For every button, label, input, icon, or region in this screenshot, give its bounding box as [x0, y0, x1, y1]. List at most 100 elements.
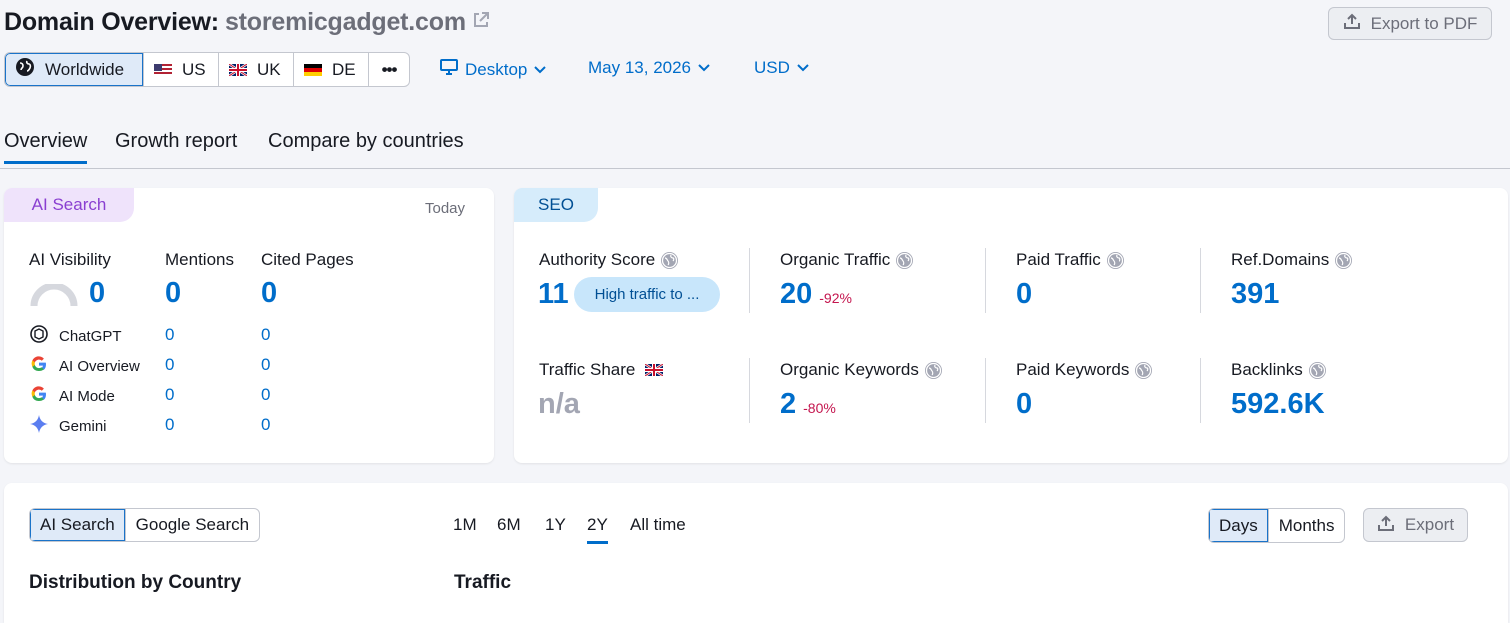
metric-label: Backlinks: [1231, 360, 1303, 379]
distribution-title: Distribution by Country: [29, 572, 242, 593]
period-2y[interactable]: 2Y: [587, 515, 608, 544]
period-all-time[interactable]: All time: [630, 515, 686, 535]
list-item: ChatGPT: [29, 324, 122, 348]
region-worldwide[interactable]: Worldwide: [5, 53, 144, 86]
us-flag-icon: [154, 63, 172, 76]
row-cited[interactable]: 0: [261, 355, 270, 375]
source-toggle: AI Search Google Search: [29, 508, 261, 542]
metric-label: Paid Keywords: [1016, 360, 1130, 379]
mentions-value[interactable]: 0: [165, 277, 181, 310]
uk-flag-icon: [645, 364, 664, 376]
tab-overview[interactable]: Overview: [4, 130, 88, 164]
region-de[interactable]: DE: [294, 53, 369, 86]
organic-traffic-value[interactable]: 20: [780, 278, 812, 311]
ai-search-toggle[interactable]: AI Search: [30, 509, 126, 541]
currency-label: USD: [754, 58, 790, 77]
row-mentions[interactable]: 0: [165, 325, 174, 345]
row-name: AI Overview: [59, 357, 140, 375]
export-pdf-label: Export to PDF: [1370, 13, 1478, 33]
export-button[interactable]: Export: [1363, 508, 1468, 542]
row-name: AI Mode: [59, 387, 115, 405]
period-6m[interactable]: 6M: [497, 515, 521, 535]
tab-compare-by-countries[interactable]: Compare by countries: [268, 130, 464, 153]
date-label: May 13, 2026: [588, 58, 692, 77]
more-regions-button[interactable]: •••: [369, 53, 409, 86]
backlinks-label: Backlinks: [1231, 360, 1326, 380]
page-title: Domain Overview: storemicgadget.com: [4, 8, 490, 37]
paid-traffic-value[interactable]: 0: [1016, 278, 1032, 311]
row-mentions[interactable]: 0: [165, 385, 174, 405]
metric-label: Paid Traffic: [1016, 250, 1101, 269]
export-label: Export: [1404, 515, 1455, 534]
domain-name[interactable]: storemicgadget.com: [225, 8, 466, 37]
traffic-share-value: n/a: [538, 388, 580, 420]
period-1m[interactable]: 1M: [453, 515, 477, 535]
device-dropdown[interactable]: Desktop: [439, 58, 547, 81]
authority-badge[interactable]: High traffic to ...: [574, 277, 720, 312]
divider: [1200, 248, 1201, 313]
row-cited[interactable]: 0: [261, 325, 270, 345]
ai-visibility-value[interactable]: 0: [89, 277, 105, 310]
de-flag-icon: [304, 63, 322, 76]
metric-label: Organic Traffic: [780, 250, 891, 269]
metric-label: Traffic Share: [539, 360, 636, 379]
row-name: ChatGPT: [59, 327, 122, 345]
period-1y[interactable]: 1Y: [545, 515, 566, 535]
region-label: US: [182, 59, 206, 79]
visibility-gauge-icon: [30, 282, 78, 313]
metric-label: Ref.Domains: [1231, 250, 1330, 269]
ai-search-card: AI Search Today AI Visibility Mentions C…: [4, 188, 494, 463]
authority-score-label: Authority Score: [539, 250, 679, 270]
ai-search-chip: AI Search: [4, 188, 134, 222]
days-toggle[interactable]: Days: [1209, 509, 1269, 542]
row-mentions[interactable]: 0: [165, 415, 174, 435]
divider: [1200, 358, 1201, 423]
divider: [749, 248, 750, 313]
region-us[interactable]: US: [144, 53, 219, 86]
uk-flag-icon: [229, 63, 247, 76]
cited-pages-value[interactable]: 0: [261, 277, 277, 310]
google-icon: [29, 384, 49, 408]
months-toggle[interactable]: Months: [1269, 509, 1345, 542]
globe-icon: [1135, 361, 1153, 379]
row-cited[interactable]: 0: [261, 385, 270, 405]
device-label: Desktop: [465, 59, 528, 79]
period-label: Today: [425, 200, 466, 217]
cited-pages-label: Cited Pages: [261, 250, 354, 269]
globe-icon: [15, 57, 35, 82]
paid-keywords-value[interactable]: 0: [1016, 388, 1032, 421]
organic-traffic-metric: 20 -92%: [780, 278, 852, 311]
row-cited[interactable]: 0: [261, 415, 270, 435]
chatgpt-icon: [29, 324, 49, 348]
globe-icon: [661, 251, 679, 269]
google-search-toggle[interactable]: Google Search: [126, 509, 259, 541]
region-uk[interactable]: UK: [219, 53, 294, 86]
organic-keywords-value[interactable]: 2: [780, 388, 796, 421]
globe-icon: [896, 251, 914, 269]
globe-icon: [1308, 361, 1326, 379]
row-mentions[interactable]: 0: [165, 355, 174, 375]
google-icon: [29, 354, 49, 378]
export-pdf-button[interactable]: Export to PDF: [1328, 7, 1492, 40]
tab-growth-report[interactable]: Growth report: [115, 130, 237, 153]
ref-domains-value[interactable]: 391: [1231, 278, 1279, 311]
upload-icon: [1343, 12, 1361, 35]
currency-dropdown[interactable]: USD: [754, 58, 810, 78]
chevron-down-icon: [796, 58, 810, 78]
authority-score-value[interactable]: 11: [538, 278, 569, 311]
seo-chip: SEO: [514, 188, 598, 222]
backlinks-value[interactable]: 592.6K: [1231, 388, 1325, 421]
date-dropdown[interactable]: May 13, 2026: [588, 58, 711, 78]
organic-traffic-label: Organic Traffic: [780, 250, 914, 270]
external-link-icon[interactable]: [472, 11, 490, 34]
traffic-share-label: Traffic Share: [539, 360, 664, 380]
region-selector: Worldwide US UK DE •••: [4, 52, 410, 87]
title-prefix: Domain Overview:: [4, 8, 219, 36]
list-item: AI Mode: [29, 384, 115, 408]
row-name: Gemini: [59, 417, 107, 435]
metric-label: Authority Score: [539, 250, 656, 269]
granularity-toggle: Days Months: [1208, 508, 1346, 543]
chevron-down-icon: [697, 58, 711, 78]
organic-traffic-change: -92%: [819, 290, 852, 306]
region-label: UK: [257, 59, 281, 79]
